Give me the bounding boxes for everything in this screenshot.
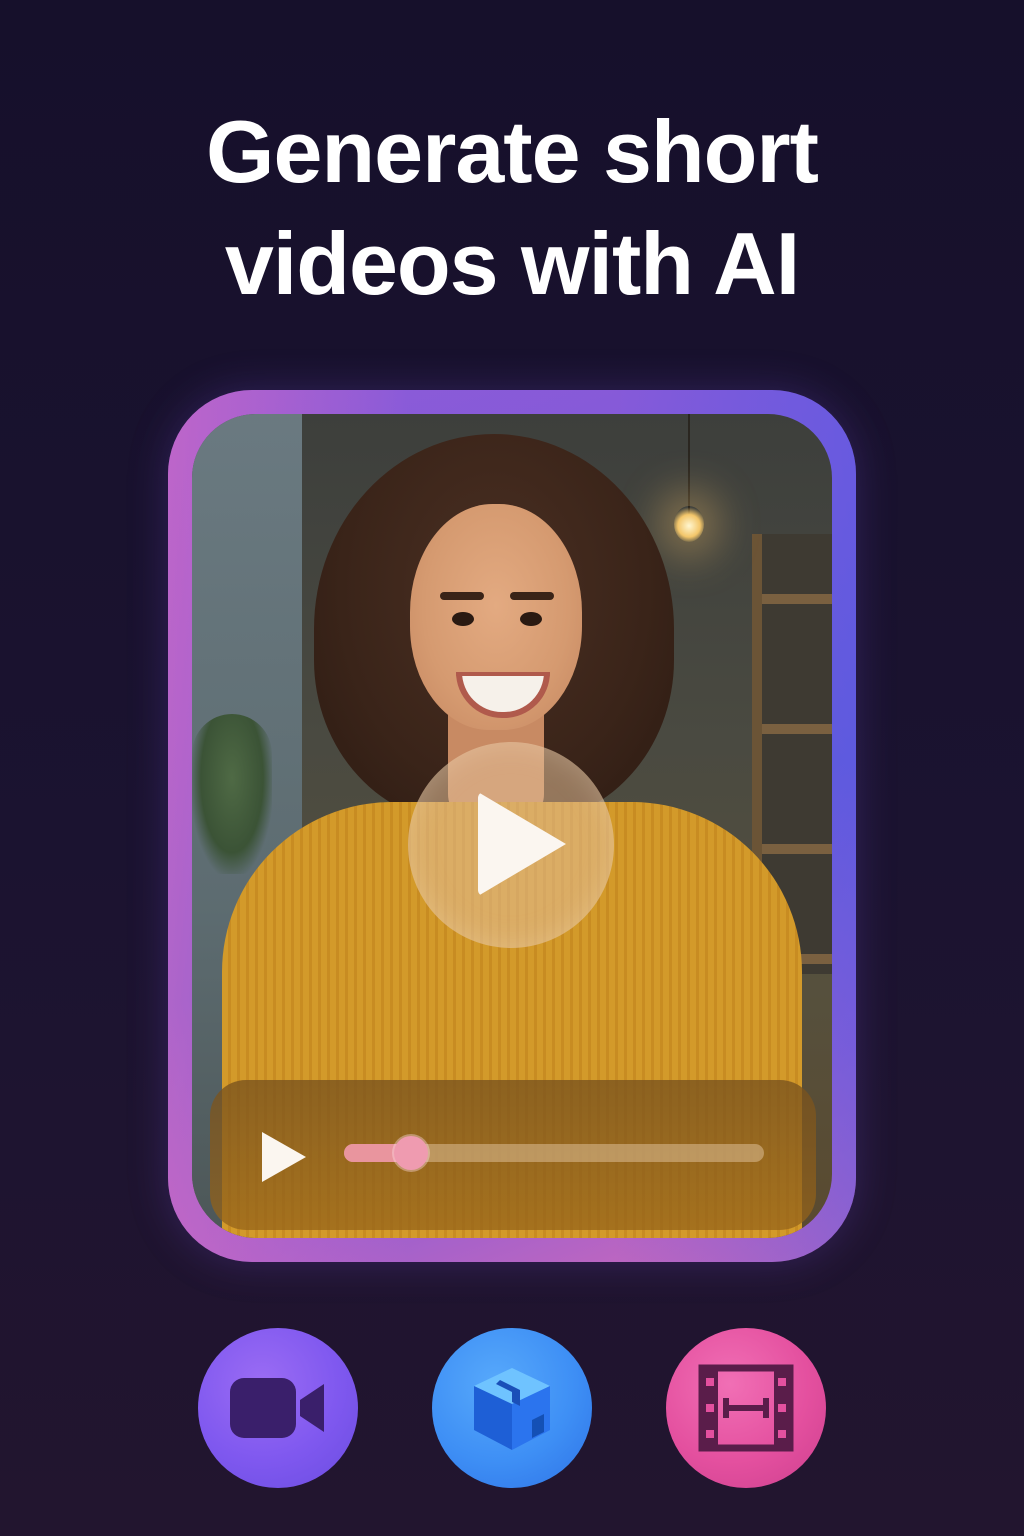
right-eye	[520, 612, 542, 626]
smile	[456, 672, 550, 718]
playback-controls	[210, 1080, 816, 1230]
headline-line-1: Generate short	[206, 102, 819, 201]
cube-icon	[474, 1368, 550, 1450]
pendant-lamp	[674, 506, 704, 542]
3d-tool-button[interactable]	[432, 1328, 592, 1488]
left-eye	[452, 612, 474, 626]
video-tool-button[interactable]	[198, 1328, 358, 1488]
video-player[interactable]	[192, 414, 832, 1238]
progress-slider[interactable]	[344, 1136, 764, 1170]
film-strip-icon	[698, 1364, 794, 1452]
progress-thumb[interactable]	[394, 1136, 428, 1170]
presenter-face	[410, 504, 582, 730]
play-icon	[262, 1132, 306, 1182]
headline-line-2: videos with AI	[224, 214, 800, 313]
control-play-button[interactable]	[258, 1130, 310, 1182]
pendant-lamp-cord	[688, 414, 690, 514]
headline: Generate short videos with AI	[0, 96, 1024, 320]
left-brow	[440, 592, 484, 600]
play-button[interactable]	[408, 742, 614, 948]
background-plant	[192, 714, 272, 874]
film-tool-button[interactable]	[666, 1328, 826, 1488]
video-camera-icon	[230, 1378, 324, 1438]
video-card	[168, 390, 856, 1262]
right-brow	[510, 592, 554, 600]
play-icon	[478, 792, 566, 896]
